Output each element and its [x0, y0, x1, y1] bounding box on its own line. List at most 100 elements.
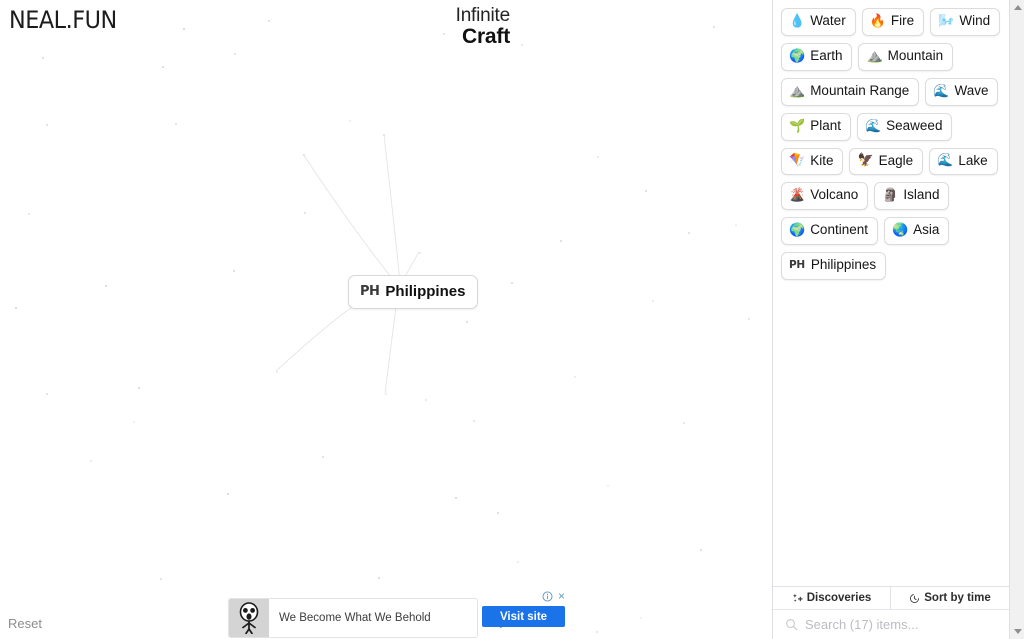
particle-dot — [183, 28, 185, 30]
element-item-emoji: 🌍 — [789, 223, 806, 239]
element-item-label: Continent — [810, 222, 868, 238]
element-item-emoji: 🌊 — [864, 118, 882, 134]
particle-dot — [268, 20, 270, 22]
element-item-emoji: 🌊 — [933, 83, 950, 99]
element-item-emoji: 🌊 — [937, 153, 954, 169]
element-item-emoji: 💧 — [789, 13, 806, 29]
particle-dot — [521, 44, 523, 46]
particle-dot — [105, 285, 107, 287]
element-item[interactable]: 🗿 Island — [874, 182, 950, 211]
particle-dot — [597, 156, 599, 158]
game-title-line-1: Infinite — [455, 5, 511, 26]
page-title: Infinite Craft — [455, 5, 511, 48]
element-item[interactable]: ⛰️ Mountain Range — [781, 77, 920, 106]
element-item[interactable]: 🌊 Seaweed — [856, 112, 953, 141]
particle-dot — [700, 549, 702, 551]
element-item-label: Volcano — [810, 187, 859, 203]
search-input[interactable] — [805, 617, 999, 632]
infinite-craft-app: NEAL.FUN Infinite Craft PH Philippines Re… — [0, 0, 1024, 639]
ad-title: We Become What We Behold — [279, 612, 431, 624]
element-item[interactable]: 🌊 Lake — [929, 147, 998, 176]
tab-sort-by-time-label: Sort by time — [924, 592, 991, 604]
element-item[interactable]: 🌍 Earth — [781, 42, 853, 71]
particle-dot — [304, 212, 306, 214]
elements-sidebar: 💧 Water 🔥 Fire 🌬️ Wind 🌍 Earth ⛰️ Mountain ⛰️ Mount… — [772, 0, 1009, 639]
element-item-emoji: 🗿 — [882, 188, 899, 204]
element-item-emoji: 🌍 — [789, 48, 806, 64]
element-item[interactable]: ⛰️ Mountain — [858, 42, 954, 71]
game-title-line-2: Craft — [461, 25, 510, 48]
browser-scrollbar[interactable] — [1009, 0, 1024, 639]
element-item[interactable]: 🌋 Volcano — [781, 182, 869, 211]
particle-dot — [596, 631, 598, 633]
element-item-label: Lake — [958, 152, 988, 168]
element-item-label: Earth — [810, 47, 843, 63]
particle-dot — [574, 376, 576, 378]
element-item-label: Wind — [959, 13, 991, 28]
scrollbar-up-arrow-icon[interactable] — [1010, 0, 1024, 15]
element-item-emoji: 🔥 — [869, 13, 886, 29]
scrollbar-down-arrow-icon[interactable] — [1010, 624, 1024, 639]
ad-visit-site-button[interactable]: Visit site — [482, 606, 565, 627]
element-item-label: Fire — [890, 13, 915, 28]
element-item[interactable]: 🌊 Wave — [925, 77, 999, 106]
element-item[interactable]: 🔥 Fire — [861, 8, 925, 36]
particle-dot — [652, 300, 654, 302]
particle-dot — [349, 120, 351, 122]
particle-dot — [607, 485, 609, 487]
element-item-label: Island — [903, 187, 940, 203]
particle-dot — [455, 497, 457, 499]
particle-dot — [560, 240, 562, 242]
element-item[interactable]: 🪁 Kite — [781, 147, 844, 176]
element-item[interactable]: 🌬️ Wind — [930, 8, 1001, 36]
element-item-emoji: 🌬️ — [938, 13, 955, 29]
particle-dot — [419, 252, 421, 254]
element-item-emoji: 🌱 — [789, 118, 806, 134]
particle-dot — [234, 53, 236, 55]
element-item[interactable]: 🌱 Plant — [781, 112, 851, 141]
crafting-canvas[interactable]: NEAL.FUN Infinite Craft PH Philippines Re… — [0, 0, 772, 639]
particle-dot — [645, 190, 647, 192]
element-item[interactable]: 💧 Water — [781, 8, 856, 36]
canvas-instance-philippines[interactable]: PH Philippines — [348, 275, 479, 309]
sparkle-icon — [792, 593, 803, 604]
element-item-label: Mountain Range — [810, 82, 910, 98]
particle-dot — [46, 124, 48, 126]
ad-content[interactable]: We Become What We Behold — [228, 598, 478, 638]
ad-info-icon[interactable] — [542, 591, 553, 602]
particle-field — [0, 0, 772, 639]
element-item-emoji: ⛰️ — [866, 48, 883, 64]
particle-dot — [425, 399, 427, 401]
element-item[interactable]: 🌍 Continent — [781, 217, 878, 246]
element-item-emoji: 🌏 — [891, 223, 909, 239]
element-item[interactable]: 🌏 Asia — [883, 217, 950, 246]
element-item-label: Philippines — [810, 257, 877, 273]
particle-dot — [748, 318, 750, 320]
ad-close-icon[interactable]: × — [558, 590, 565, 602]
element-item[interactable]: 🦅 Eagle — [849, 147, 924, 176]
scrollbar-thumb[interactable] — [1011, 15, 1024, 595]
neal-fun-logo[interactable]: NEAL.FUN — [9, 6, 117, 34]
tab-discoveries[interactable]: Discoveries — [773, 587, 891, 609]
element-item-label: Kite — [810, 152, 834, 168]
particle-dot — [15, 307, 17, 309]
particle-dot — [443, 33, 445, 35]
particle-dot — [303, 154, 305, 156]
tab-sort-by-time[interactable]: Sort by time — [891, 587, 1009, 609]
particle-dot — [322, 456, 324, 458]
particle-dot — [383, 134, 385, 136]
particle-dot — [466, 321, 468, 323]
element-item-label: Plant — [810, 117, 841, 133]
reset-button[interactable]: Reset — [8, 616, 42, 631]
canvas-instance-emoji: PH — [360, 284, 380, 299]
ad-banner: We Become What We Behold Visit site × — [228, 590, 569, 638]
element-item-emoji: 🦅 — [857, 153, 874, 169]
particle-dot — [233, 270, 235, 272]
particle-dot — [28, 213, 30, 215]
element-item[interactable]: PH Philippines — [781, 252, 887, 280]
particle-dot — [735, 224, 737, 226]
particle-dot — [133, 421, 135, 423]
particle-dot — [517, 561, 519, 563]
element-item-emoji: ⛰️ — [789, 83, 806, 99]
element-item-label: Eagle — [878, 152, 914, 168]
